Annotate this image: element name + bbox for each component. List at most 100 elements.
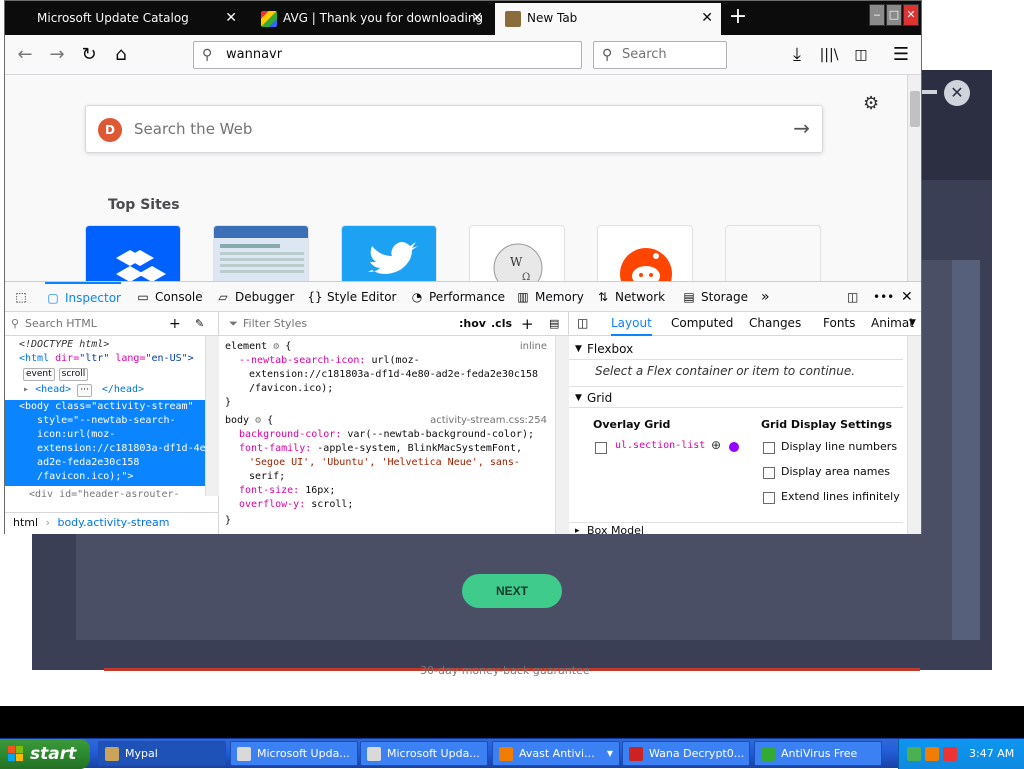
rules-scrollbar[interactable]: [555, 336, 569, 534]
close-window-button[interactable]: ✕: [903, 4, 919, 26]
tab-layout[interactable]: Layout: [611, 312, 652, 336]
rule-source[interactable]: activity-stream.css:254: [430, 414, 547, 428]
search-html-input[interactable]: ⚲ Search HTML + ✎: [5, 312, 219, 336]
maximize-window-button[interactable]: □: [886, 4, 902, 26]
tab-animations[interactable]: Animat: [871, 312, 914, 336]
tab-inspector[interactable]: ▢ Inspector: [45, 282, 121, 312]
dock-icon[interactable]: ◫: [847, 282, 858, 312]
forward-arrow-icon[interactable]: →: [43, 41, 71, 69]
tab-computed[interactable]: Computed: [671, 312, 733, 336]
rule-declaration[interactable]: overflow-y: scroll;: [225, 498, 555, 512]
tab-changes[interactable]: Changes: [749, 312, 801, 336]
library-icon[interactable]: |||\: [815, 41, 843, 69]
expand-triangle-icon[interactable]: ▸: [23, 384, 29, 395]
hov-toggle[interactable]: :hov: [459, 312, 486, 336]
page-scrollbar[interactable]: [907, 75, 921, 281]
div-line[interactable]: <div id="header-asrouter-: [5, 488, 205, 502]
tab-network[interactable]: ⇅ Network: [595, 282, 665, 312]
alert-tray-icon[interactable]: [943, 747, 957, 761]
tab-storage[interactable]: ▤ Storage: [681, 282, 748, 312]
html-tag-line[interactable]: <html dir="ltr" lang="en-US">: [5, 352, 205, 366]
scroll-badge[interactable]: scroll: [58, 368, 89, 381]
url-bar[interactable]: ⚲ wannavr: [193, 41, 582, 69]
gear-icon[interactable]: ⚙: [273, 341, 279, 352]
sidebar-icon[interactable]: ◫: [847, 41, 875, 69]
tab-microsoft-update-catalog[interactable]: Microsoft Update Catalog ✕: [5, 3, 245, 35]
rule-declaration[interactable]: --newtab-search-icon: url(moz-: [225, 354, 555, 368]
target-icon[interactable]: ⊕: [711, 438, 721, 452]
top-site-microsoft-catalog[interactable]: [213, 225, 309, 281]
tab-console[interactable]: ▭ Console: [135, 282, 202, 312]
close-devtools-icon[interactable]: ✕: [901, 282, 913, 312]
markup-scrollbar[interactable]: [205, 336, 219, 496]
tab-fonts[interactable]: Fonts: [823, 312, 855, 336]
search-bar[interactable]: ⚲ Search: [593, 41, 727, 69]
top-site-wikipedia[interactable]: WΩ: [469, 225, 565, 281]
flexbox-section-header[interactable]: ▼ Flexbox: [569, 338, 903, 360]
tab-new-tab[interactable]: New Tab ✕: [495, 3, 721, 35]
breadcrumb-item[interactable]: html: [13, 516, 38, 529]
more-tabs-icon[interactable]: »: [761, 282, 770, 312]
tab-style-editor[interactable]: {} Style Editor: [307, 282, 396, 312]
arrow-right-icon[interactable]: →: [793, 116, 810, 140]
rule-declaration[interactable]: background-color: var(--newtab-backgroun…: [225, 428, 555, 442]
close-icon[interactable]: ✕: [471, 3, 483, 33]
taskbar-item-wana-decrypt[interactable]: Wana Decrypt0...: [622, 741, 750, 766]
grid-section-header[interactable]: ▼ Grid: [569, 386, 903, 408]
head-line[interactable]: ▸ <head> ··· </head>: [5, 383, 205, 397]
ellipsis-badge[interactable]: ···: [77, 384, 92, 397]
scrollbar-thumb[interactable]: [910, 91, 920, 127]
taskbar-item-antivirus-free[interactable]: AntiVirus Free: [754, 741, 882, 766]
event-badge[interactable]: event: [23, 368, 55, 381]
top-site-twitter[interactable]: [341, 225, 437, 281]
extend-lines-checkbox[interactable]: [763, 492, 775, 504]
box-model-section-header[interactable]: ▸ Box Model: [569, 522, 903, 534]
filter-styles-input[interactable]: Filter Styles: [243, 312, 307, 336]
gear-icon[interactable]: ⚙: [255, 415, 261, 426]
selected-body-node[interactable]: <body class="activity-stream" style="--n…: [5, 400, 205, 486]
taskbar-item-avast[interactable]: Avast Antivi... ▼: [492, 741, 620, 766]
gear-icon[interactable]: ⚙: [863, 93, 879, 114]
network-tray-icon[interactable]: [907, 747, 921, 761]
breadcrumb-item[interactable]: body.activity-stream: [57, 516, 169, 529]
close-icon[interactable]: ✕: [225, 3, 237, 33]
minimize-window-button[interactable]: ‒: [869, 4, 885, 26]
web-search-box[interactable]: D Search the Web →: [85, 105, 823, 153]
reload-icon[interactable]: ↻: [75, 41, 103, 69]
avast-tray-icon[interactable]: [925, 747, 939, 761]
layout-scrollbar[interactable]: [907, 336, 921, 534]
display-area-names-checkbox[interactable]: [763, 467, 775, 479]
home-icon[interactable]: ⌂: [107, 41, 135, 69]
close-icon[interactable]: ✕: [701, 3, 713, 33]
tab-avg[interactable]: AVG | Thank you for downloading ✕: [251, 3, 491, 35]
top-site-dropbox[interactable]: [85, 225, 181, 281]
rule-declaration[interactable]: font-size: 16px;: [225, 484, 555, 498]
download-icon[interactable]: ⤓: [783, 41, 811, 69]
back-arrow-icon[interactable]: ←: [11, 41, 39, 69]
taskbar-item-microsoft-update-2[interactable]: Microsoft Upda...: [360, 741, 488, 766]
print-media-icon[interactable]: ▤: [549, 312, 559, 336]
tab-memory[interactable]: ▥ Memory: [515, 282, 583, 312]
grid-color-swatch[interactable]: [729, 442, 739, 452]
element-picker-icon[interactable]: ⬚: [13, 282, 33, 312]
grid-overlay-checkbox[interactable]: [595, 442, 607, 454]
top-site-reddit[interactable]: [597, 225, 693, 281]
menu-icon[interactable]: ☰: [887, 41, 915, 69]
taskbar-item-microsoft-update-1[interactable]: Microsoft Upda...: [230, 741, 358, 766]
toggle-sidebar-icon[interactable]: ◫: [577, 312, 588, 334]
tab-debugger[interactable]: ▱ Debugger: [215, 282, 294, 312]
new-tab-button[interactable]: +: [723, 3, 753, 33]
doctype-line[interactable]: <!DOCTYPE html>: [5, 338, 205, 352]
eyedropper-icon[interactable]: ✎: [195, 312, 204, 336]
display-line-numbers-checkbox[interactable]: [763, 442, 775, 454]
cls-toggle[interactable]: .cls: [491, 312, 512, 336]
next-button[interactable]: NEXT: [462, 574, 562, 608]
start-button[interactable]: start: [0, 739, 90, 769]
tab-performance[interactable]: ◔ Performance: [409, 282, 505, 312]
taskbar-item-mypal[interactable]: Mypal: [98, 741, 226, 766]
installer-close-icon[interactable]: ✕: [944, 80, 970, 106]
chevron-down-icon[interactable]: ▼: [909, 312, 916, 334]
add-rule-icon[interactable]: +: [521, 312, 534, 336]
rule-source[interactable]: inline: [520, 340, 547, 354]
rule-declaration[interactable]: font-family: -apple-system, BlinkMacSyst…: [225, 442, 555, 456]
